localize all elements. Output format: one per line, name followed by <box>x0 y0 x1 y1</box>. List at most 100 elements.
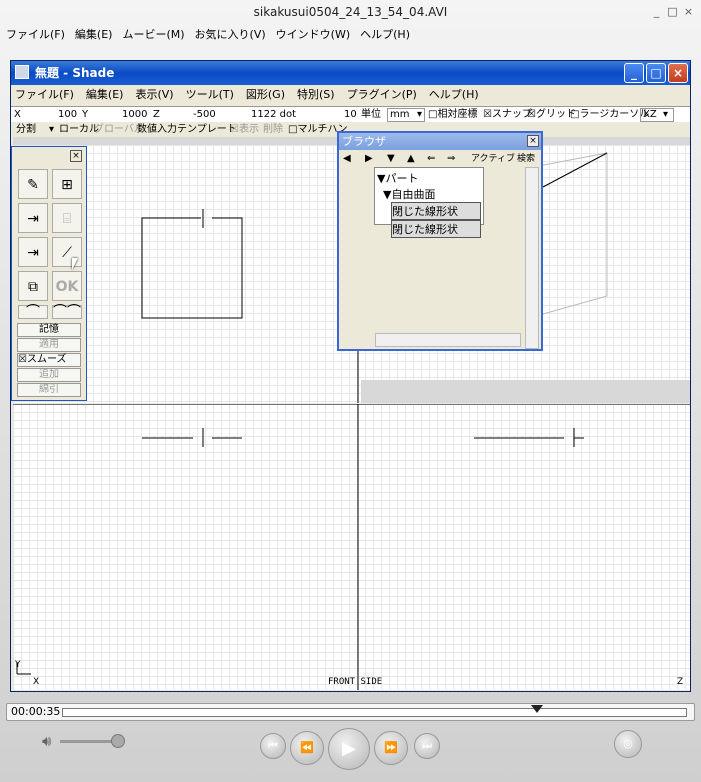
browser-close-icon[interactable]: × <box>527 135 539 147</box>
volume-thumb[interactable] <box>111 734 125 748</box>
relative-checkbox[interactable]: □相対座標 <box>428 107 477 123</box>
chevron-down-icon: ▾ <box>663 109 669 120</box>
player-menu-bar: ファイル(F) 編集(E) ムービー(M) お気に入り(V) ウインドウ(W) … <box>0 26 701 44</box>
shade-menu-shape[interactable]: 図形(G) <box>246 85 285 105</box>
square-shape-top <box>141 217 243 319</box>
unit-number[interactable]: 10 <box>344 107 357 123</box>
grid-checkbox[interactable]: ☒グリッド <box>527 107 576 123</box>
tree-surface[interactable]: ▼自由曲面 <box>377 186 481 202</box>
close-button[interactable]: × <box>682 5 695 18</box>
front-view-drawing <box>13 404 690 690</box>
shade-menu-help[interactable]: ヘルプ(H) <box>429 85 479 105</box>
numeric-input-button[interactable]: 数値入力 <box>137 122 177 137</box>
browser-tree: ▼パート ▼自由曲面 閉じた線形状 閉じた線形状 <box>374 167 484 238</box>
mouse-cursor <box>72 258 78 270</box>
curve-tool-icon[interactable]: ⌒ <box>18 305 48 319</box>
axis-y-label: Y <box>15 660 21 670</box>
tree-part[interactable]: ▼パート <box>377 170 481 186</box>
delete-button[interactable]: 削除 <box>263 122 283 137</box>
show-checkbox[interactable]: ☒表示 <box>230 122 259 137</box>
front-side-view-pane[interactable]: Y X FRONT SIDE Z <box>13 404 690 690</box>
ok-button[interactable]: OK <box>52 271 82 301</box>
shade-menu-plugin[interactable]: プラグイン(P) <box>347 85 417 105</box>
right-arrow-icon[interactable]: ▶ <box>365 152 373 166</box>
rewind-icon[interactable]: ⏪ <box>290 731 324 765</box>
cylinder-tool-icon[interactable]: ⌸ <box>52 203 82 233</box>
fast-forward-icon[interactable]: ⏩ <box>374 731 408 765</box>
x-value[interactable]: 100 <box>58 107 77 123</box>
up-arrow-icon[interactable]: ▲ <box>407 152 415 166</box>
split-select[interactable]: 分割 <box>16 122 36 137</box>
shade-menu-tools[interactable]: ツール(T) <box>186 85 234 105</box>
snap-checkbox[interactable]: ☒スナップ <box>483 107 532 123</box>
extrude-tool-icon[interactable]: ⇥ <box>18 203 48 233</box>
view-header-strip-right <box>361 380 690 403</box>
y-value[interactable]: 1000 <box>122 107 147 123</box>
settings-icon[interactable]: ◎ <box>614 730 642 758</box>
active-button[interactable]: アクティブ <box>471 152 515 166</box>
unit-select[interactable]: mm ▾ <box>387 108 425 122</box>
browser-toolbar: ◀ ▶ ▼ ▲ ⇐ ⇒ アクティブ 検索 <box>341 152 539 166</box>
toolbox-close-icon[interactable]: × <box>70 150 82 162</box>
browser-title: ブラウザ <box>339 133 541 150</box>
template-button[interactable]: テンプレート <box>177 122 237 137</box>
pencil-tool-icon[interactable]: ✎ <box>18 169 48 199</box>
plane-value: XZ <box>643 109 657 120</box>
smooth-checkbox[interactable]: ☒スムーズ <box>17 353 81 367</box>
forward-arrow-icon[interactable]: ⇒ <box>447 152 455 166</box>
browser-hscrollbar[interactable] <box>375 333 521 347</box>
large-cursor-checkbox[interactable]: □ラージカーソル <box>570 107 649 123</box>
memory-button[interactable]: 記憶 <box>17 323 81 337</box>
shade-menu-bar: ファイル(F) 編集(E) 表示(V) ツール(T) 図形(G) 特別(S) プ… <box>11 85 690 105</box>
copy-tool-icon[interactable]: ⧉ <box>18 271 48 301</box>
player-menu-movie[interactable]: ムービー(M) <box>122 26 184 44</box>
player-menu-file[interactable]: ファイル(F) <box>6 26 65 44</box>
volume-icon[interactable]: 🔊︎ <box>42 732 51 750</box>
seek-bar: 00:00:35 <box>6 703 695 721</box>
skip-forward-icon[interactable]: ⏭ <box>414 733 440 759</box>
apply-button[interactable]: 適用 <box>17 338 81 352</box>
shade-maximize-button[interactable]: □ <box>646 63 666 83</box>
seek-track[interactable] <box>62 708 687 717</box>
x-label: X <box>14 109 21 120</box>
local-button[interactable]: ローカル <box>59 122 99 137</box>
time-display: 00:00:35 <box>11 705 61 718</box>
hierarchy-tool-icon[interactable]: ⊞ <box>52 169 82 199</box>
play-button[interactable]: ▶ <box>328 728 370 770</box>
seek-thumb[interactable] <box>531 705 543 713</box>
shade-minimize-button[interactable]: _ <box>624 63 644 83</box>
minimize-button[interactable]: _ <box>650 5 663 18</box>
volume-slider[interactable] <box>60 740 118 743</box>
player-menu-favorites[interactable]: お気に入り(V) <box>195 26 266 44</box>
shade-menu-view[interactable]: 表示(V) <box>135 85 173 105</box>
unit-value: mm <box>390 109 410 120</box>
tree-item[interactable]: 閉じた線形状 <box>391 202 481 220</box>
subtract-button[interactable]: 綿引 <box>17 383 81 397</box>
perspective-box <box>532 152 608 315</box>
tree-item[interactable]: 閉じた線形状 <box>391 220 481 238</box>
move-tool-icon[interactable]: ⇥ <box>18 237 48 267</box>
player-title: sikakusui0504_24_13_54_04.AVI <box>253 5 448 19</box>
plane-select[interactable]: XZ ▾ <box>640 108 674 122</box>
toolbox-palette: × ✎ ⊞ ⇥ ⌸ ⇥ ⟋ ⧉ OK ⌒ ⌒⌒ 記憶 適用 ☒スムーズ 追加 綿… <box>11 146 87 401</box>
axis-x-label: X <box>33 677 40 687</box>
down-arrow-icon[interactable]: ▼ <box>387 152 395 166</box>
z-value[interactable]: -500 <box>193 107 216 123</box>
browser-vscrollbar[interactable] <box>525 167 539 349</box>
player-menu-edit[interactable]: 編集(E) <box>75 26 113 44</box>
skip-back-icon[interactable]: ⏮ <box>260 733 286 759</box>
shade-menu-edit[interactable]: 編集(E) <box>86 85 124 105</box>
search-button[interactable]: 検索 <box>517 152 535 166</box>
back-arrow-icon[interactable]: ⇐ <box>427 152 435 166</box>
shade-app-icon <box>15 65 29 79</box>
left-arrow-icon[interactable]: ◀ <box>343 152 351 166</box>
player-menu-help[interactable]: ヘルプ(H) <box>360 26 410 44</box>
shade-close-button[interactable]: × <box>668 63 688 83</box>
browser-palette: ブラウザ × ◀ ▶ ▼ ▲ ⇐ ⇒ アクティブ 検索 ▼パート ▼自由曲面 閉… <box>337 131 543 351</box>
curve2-tool-icon[interactable]: ⌒⌒ <box>52 305 82 319</box>
shade-menu-file[interactable]: ファイル(F) <box>15 85 74 105</box>
maximize-button[interactable]: □ <box>666 5 679 18</box>
player-menu-window[interactable]: ウインドウ(W) <box>276 26 350 44</box>
add-button[interactable]: 追加 <box>17 368 81 382</box>
shade-menu-special[interactable]: 特別(S) <box>297 85 335 105</box>
